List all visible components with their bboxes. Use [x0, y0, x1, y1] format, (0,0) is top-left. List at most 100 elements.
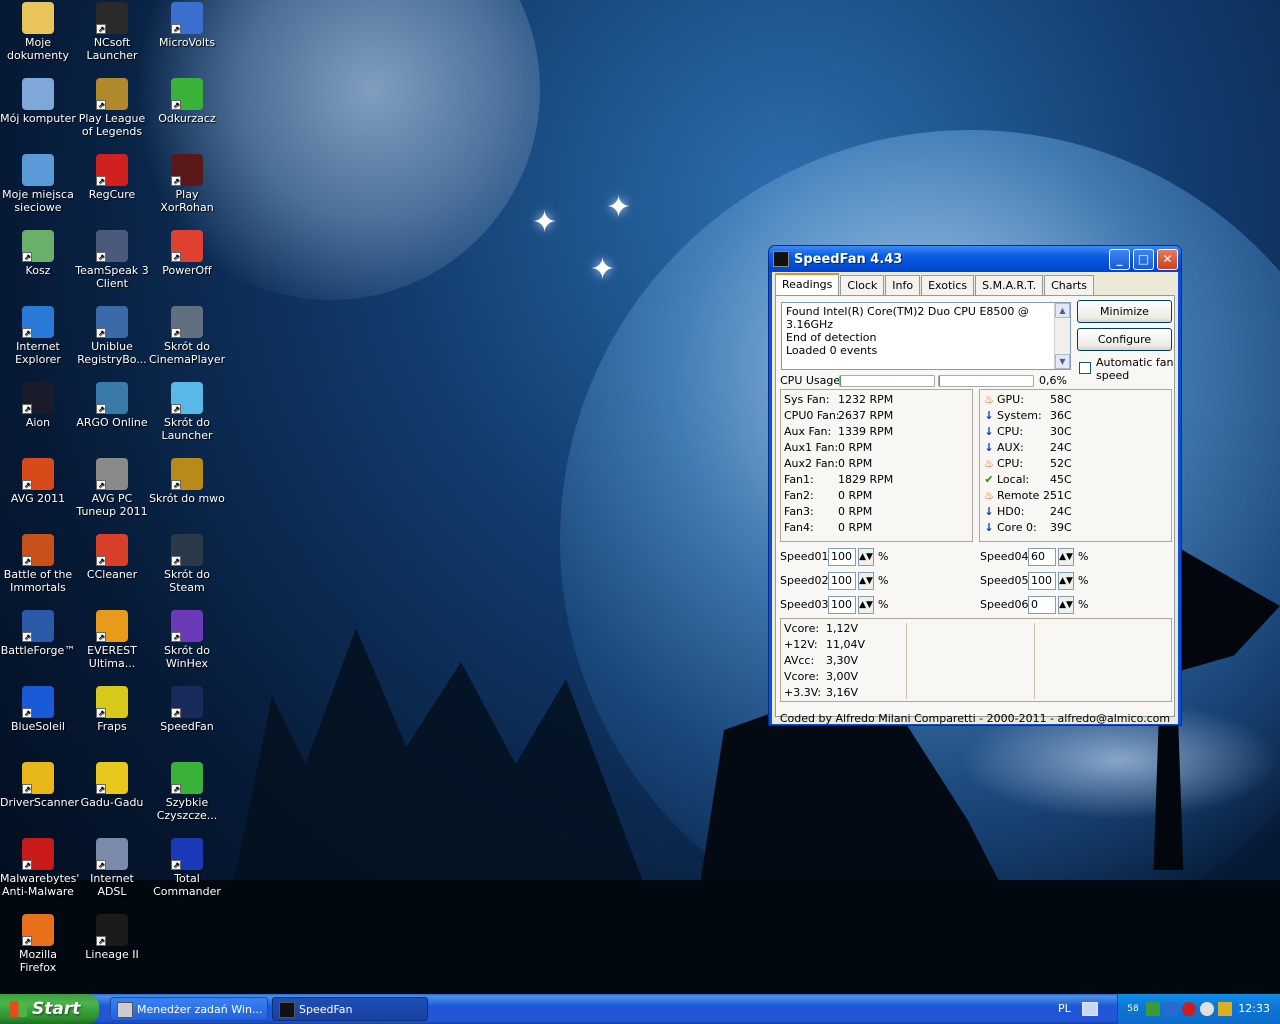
desktop-icon[interactable]: Moje dokumenty: [0, 2, 76, 62]
tab-s-m-a-r-t[interactable]: S.M.A.R.T.: [975, 275, 1044, 295]
fan-rpm: 1829 RPM: [838, 473, 894, 486]
taskbar-button-speedfan[interactable]: SpeedFan: [272, 997, 428, 1021]
tab-clock[interactable]: Clock: [840, 275, 885, 295]
down-arrow-icon: ↓: [984, 505, 994, 518]
window-title: SpeedFan 4.43: [794, 251, 903, 267]
scroll-down-icon[interactable]: ▼: [1055, 354, 1070, 369]
desktop-icon[interactable]: ↗ DriverScanner: [0, 762, 79, 809]
voltage-value: 11,04V: [826, 638, 866, 651]
shortcut-arrow-icon: ↗: [22, 556, 32, 566]
desktop-icon-label: Skrót do Steam: [164, 568, 210, 594]
desktop-icon[interactable]: ↗ BlueSoleil: [0, 686, 76, 733]
recycle-bin-icon: ↗: [22, 230, 54, 262]
speed-input[interactable]: 100: [828, 572, 856, 590]
configure-button[interactable]: Configure: [1077, 328, 1172, 351]
desktop-icon[interactable]: ↗ Play XorRohan: [149, 154, 225, 214]
desktop-icon[interactable]: ↗ Uniblue RegistryBo...: [74, 306, 150, 366]
minimize-window-button[interactable]: _: [1109, 249, 1130, 270]
desktop-icon[interactable]: ↗ Skrót do Launcher: [149, 382, 225, 442]
temperature-value: 36C: [1050, 409, 1072, 422]
desktop-icon[interactable]: ↗ Kosz: [0, 230, 76, 277]
desktop-icon[interactable]: ↗ Play League of Legends: [74, 78, 150, 138]
language-indicator[interactable]: PL: [1058, 1002, 1071, 1015]
speed-input[interactable]: 60: [1028, 548, 1056, 566]
start-button[interactable]: Start: [0, 994, 99, 1024]
scroll-up-icon[interactable]: ▲: [1055, 303, 1070, 318]
speed-spinner-button[interactable]: ▲▼: [858, 548, 874, 566]
fan-rpm: 0 RPM: [838, 441, 873, 454]
speed-spinner-button[interactable]: ▲▼: [858, 572, 874, 590]
desktop-icon[interactable]: ↗ NCsoft Launcher: [74, 2, 150, 62]
shortcut-arrow-icon: ↗: [96, 24, 106, 34]
speed-input[interactable]: 100: [828, 548, 856, 566]
desktop-icon-label: Moje dokumenty: [7, 36, 69, 62]
temperature-value: 39C: [1050, 521, 1072, 534]
desktop-icon[interactable]: ↗ SpeedFan: [149, 686, 225, 733]
temperature-row: ↓ AUX:: [984, 440, 1023, 456]
fan-rpm: 2637 RPM: [838, 409, 894, 422]
security-tray-icon[interactable]: [1182, 1002, 1196, 1016]
tab-charts[interactable]: Charts: [1044, 275, 1095, 295]
tray-app-icon[interactable]: [1146, 1002, 1160, 1016]
clock[interactable]: 12:33: [1238, 994, 1270, 1024]
maximize-window-button[interactable]: □: [1133, 249, 1154, 270]
desktop-icon[interactable]: Moje miejsca sieciowe: [0, 154, 76, 214]
speed-spinner-button[interactable]: ▲▼: [858, 596, 874, 614]
tab-exotics[interactable]: Exotics: [921, 275, 975, 295]
event-log[interactable]: Found Intel(R) Core(TM)2 Duo CPU E8500 @…: [781, 302, 1071, 370]
desktop-icon[interactable]: ↗ AVG 2011: [0, 458, 76, 505]
desktop-icon[interactable]: ↗ TeamSpeak 3 Client: [74, 230, 150, 290]
volume-tray-icon[interactable]: [1200, 1002, 1214, 1016]
log-scrollbar[interactable]: ▲ ▼: [1054, 303, 1070, 369]
keyboard-icon[interactable]: [1082, 1002, 1098, 1016]
windows-tray-icon[interactable]: [1218, 1002, 1232, 1016]
desktop-icon[interactable]: ↗ MicroVolts: [149, 2, 225, 49]
speed-input[interactable]: 0: [1028, 596, 1056, 614]
network-tray-icon[interactable]: [1164, 1002, 1178, 1016]
taskbar-button-task-manager[interactable]: Menedżer zadań Win...: [110, 997, 268, 1021]
speed-spinner-button[interactable]: ▲▼: [1058, 548, 1074, 566]
desktop-icon-label: NCsoft Launcher: [86, 36, 138, 62]
tab-readings[interactable]: Readings: [775, 273, 840, 295]
speed-spinner-button[interactable]: ▲▼: [1058, 596, 1074, 614]
desktop-icon[interactable]: ↗ Fraps: [74, 686, 150, 733]
shortcut-arrow-icon: ↗: [96, 556, 106, 566]
desktop-icon[interactable]: ↗ Skrót do WinHex: [149, 610, 225, 670]
log-line: Loaded 0 events: [786, 344, 878, 357]
desktop-icon[interactable]: Mój komputer: [0, 78, 76, 125]
cpu-usage-label: CPU Usage: [780, 374, 841, 387]
desktop-icon[interactable]: ↗ CCleaner: [74, 534, 150, 581]
down-arrow-icon: ↓: [984, 425, 994, 438]
desktop-icon[interactable]: ↗ Aion: [0, 382, 76, 429]
minimize-button[interactable]: Minimize: [1077, 300, 1172, 323]
speed-spinner-button[interactable]: ▲▼: [1058, 572, 1074, 590]
desktop-icon[interactable]: ↗ BattleForge™: [0, 610, 76, 657]
desktop-icon[interactable]: ↗ RegCure: [74, 154, 150, 201]
desktop-icon[interactable]: ↗ AVG PC Tuneup 2011: [74, 458, 150, 518]
ncsoft-icon: ↗: [96, 2, 128, 34]
desktop-icon[interactable]: ↗ ARGO Online: [74, 382, 150, 429]
speed-label: Speed05:: [980, 574, 1033, 587]
desktop-icon[interactable]: ↗ Skrót do Steam: [149, 534, 225, 594]
tab-info[interactable]: Info: [885, 275, 921, 295]
desktop-icon[interactable]: ↗ PowerOff: [149, 230, 225, 277]
close-window-button[interactable]: ✕: [1157, 249, 1178, 270]
desktop-icon[interactable]: ↗ Lineage II: [74, 914, 150, 961]
desktop-icon-label: DriverScanner: [0, 796, 79, 809]
desktop-icon[interactable]: ↗ Total Commander: [149, 838, 225, 898]
desktop-icon[interactable]: ↗ Battle of the Immortals: [0, 534, 76, 594]
automatic-fan-speed-checkbox[interactable]: [1079, 362, 1091, 374]
desktop-icon[interactable]: ↗ Mozilla Firefox: [0, 914, 76, 974]
desktop-icon[interactable]: ↗ Internet Explorer: [0, 306, 76, 366]
desktop-icon[interactable]: ↗ Odkurzacz: [149, 78, 225, 125]
speedfan-tray-temp[interactable]: 58: [1126, 1002, 1140, 1016]
speed-input[interactable]: 100: [828, 596, 856, 614]
desktop-icon[interactable]: ↗ Szybkie Czyszcze...: [149, 762, 225, 822]
desktop-icon[interactable]: ↗ Skrót do CinemaPlayer: [149, 306, 225, 366]
desktop-icon[interactable]: ↗ EVEREST Ultima...: [74, 610, 150, 670]
speed-input[interactable]: 100: [1028, 572, 1056, 590]
desktop-icon[interactable]: ↗ Internet ADSL: [74, 838, 150, 898]
desktop-icon[interactable]: ↗ Skrót do mwo: [149, 458, 225, 505]
desktop-icon[interactable]: ↗ Gadu-Gadu: [74, 762, 150, 809]
desktop-icon[interactable]: ↗ Malwarebytes' Anti-Malware: [0, 838, 79, 898]
